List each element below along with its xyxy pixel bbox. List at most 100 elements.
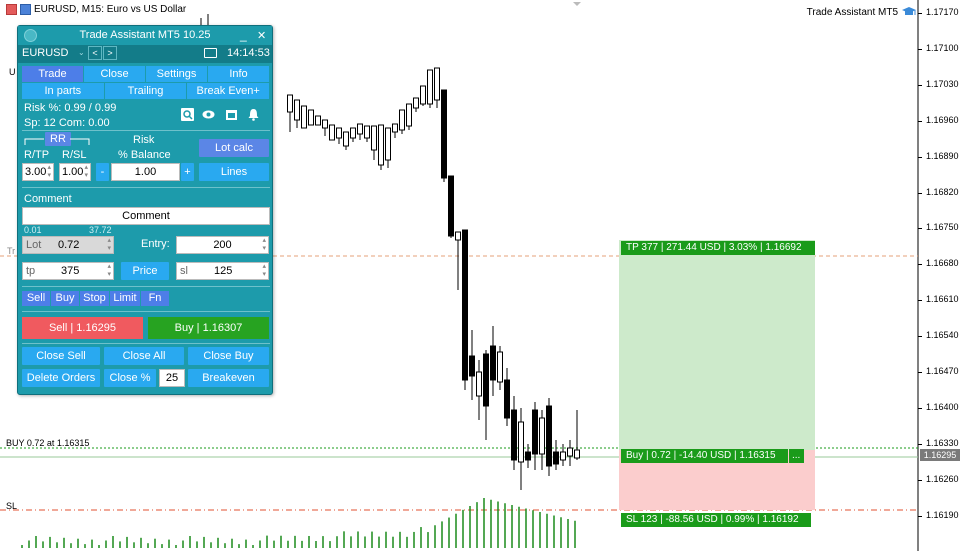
stepper-icon[interactable]: ▴ ▾ [84, 164, 88, 180]
stepper-icon[interactable]: ▴ ▾ [47, 164, 51, 180]
candle-body [399, 109, 405, 131]
candle-body [546, 405, 552, 467]
candle-body [392, 123, 398, 133]
folder-icon[interactable] [204, 48, 217, 58]
stepper-icon[interactable]: ▴ ▾ [262, 237, 266, 253]
candle-body [469, 355, 475, 377]
comment-input[interactable]: Comment [22, 207, 270, 225]
risk-input[interactable]: 1.00 [111, 163, 180, 181]
candle-body [371, 125, 377, 151]
rsl-input[interactable]: 1.00 ▴ ▾ [59, 163, 91, 181]
candle-body [406, 103, 412, 127]
tab-break-even[interactable]: Break Even+ [187, 83, 271, 99]
buy-line-label: BUY 0.72 at 1.16315 [6, 438, 90, 448]
price-axis-tick: 1.16260 [926, 473, 959, 484]
take-profit-zone[interactable] [619, 240, 815, 450]
candle-body [378, 124, 384, 166]
order-type-buy[interactable]: Buy [51, 291, 79, 306]
next-symbol-button[interactable]: > [103, 46, 117, 60]
sell-button[interactable]: Sell | 1.16295 [22, 317, 143, 339]
close-percent-button[interactable]: Close % [104, 369, 156, 387]
price-axis-tick: 1.16750 [926, 222, 959, 233]
tab-trailing[interactable]: Trailing [104, 83, 188, 99]
candle-body [301, 105, 307, 129]
chart-window-icon[interactable] [20, 4, 31, 15]
sl-box-label[interactable]: SL 123 | -88.56 USD | 0.99% | 1.16192 [621, 513, 811, 527]
chevron-down-icon[interactable]: ⌄ [78, 48, 85, 57]
price-axis-tick: 1.16190 [926, 509, 959, 520]
price-axis-tick-mark [918, 300, 922, 302]
sl-value: 125 [214, 265, 233, 277]
price-axis-tick-mark [918, 13, 922, 14]
order-type-sell[interactable]: Sell [22, 291, 50, 306]
minimize-button[interactable]: _ [240, 26, 247, 45]
order-type-stop[interactable]: Stop [80, 291, 109, 306]
close-button[interactable]: ✕ [257, 27, 266, 46]
eye-icon[interactable] [202, 108, 215, 121]
calendar-icon[interactable] [225, 108, 238, 121]
candle-body [329, 124, 335, 141]
stepper-icon[interactable]: ▴ ▾ [107, 263, 111, 279]
gear-icon[interactable] [24, 29, 37, 42]
price-axis-tick-mark [918, 479, 922, 481]
tp-input[interactable]: tp 375 ▴ ▾ [22, 262, 114, 280]
tp-label: tp [26, 265, 36, 277]
tab-close[interactable]: Close [84, 66, 146, 82]
symbol-selector[interactable]: EURUSD [22, 47, 68, 59]
tab-trade[interactable]: Trade [22, 66, 84, 82]
ea-name: Trade Assistant MT5 [806, 6, 898, 18]
price-button[interactable]: Price [121, 262, 169, 280]
tab-info[interactable]: Info [208, 66, 270, 82]
candle-body [490, 345, 496, 381]
stepper-icon[interactable]: ▴ ▾ [262, 263, 266, 279]
candle-body [539, 417, 545, 455]
delete-orders-button[interactable]: Delete Orders [22, 369, 100, 387]
candle-body [315, 115, 321, 126]
lines-button[interactable]: Lines [199, 163, 269, 181]
risk-minus-button[interactable]: - [96, 163, 109, 181]
sl-input[interactable]: sl 125 ▴ ▾ [176, 262, 269, 280]
chart-menu-icon[interactable] [6, 4, 17, 15]
risk-plus-button[interactable]: + [181, 163, 194, 181]
expert-advisor-label[interactable]: Trade Assistant MT5 [807, 6, 916, 18]
prev-symbol-button[interactable]: < [88, 46, 102, 60]
divider [22, 187, 270, 188]
sl-label: sl [180, 265, 188, 277]
tp-box-label[interactable]: TP 377 | 271.44 USD | 3.03% | 1.16692 [621, 241, 815, 255]
price-axis-tick: 1.16820 [926, 186, 959, 197]
close-percent-input[interactable]: 25 [159, 369, 185, 387]
close-sell-button[interactable]: Close Sell [22, 347, 100, 365]
lot-input[interactable]: Lot 0.72 ▴ ▾ [22, 236, 114, 254]
tab-settings[interactable]: Settings [146, 66, 208, 82]
current-price-tag: 1.16295 [920, 449, 960, 461]
lot-calc-button[interactable]: Lot calc [199, 139, 269, 157]
entry-value: 200 [213, 239, 232, 251]
close-buy-button[interactable]: Close Buy [188, 347, 269, 365]
entry-input[interactable]: 200 ▴ ▾ [176, 236, 269, 254]
close-all-button[interactable]: Close All [104, 347, 184, 365]
tab-in-parts[interactable]: In parts [22, 83, 105, 99]
panel-title-bar[interactable]: Trade Assistant MT5 10.25 _ ✕ [18, 26, 272, 45]
rsl-value: 1.00 [62, 166, 84, 178]
price-axis-tick-mark [918, 120, 922, 122]
candle-body [336, 127, 342, 139]
stepper-icon[interactable]: ▴ ▾ [107, 237, 111, 253]
candle-body [350, 127, 356, 139]
search-icon[interactable] [181, 108, 194, 121]
order-type-fn[interactable]: Fn [141, 291, 169, 306]
entry-box-label[interactable]: Buy | 0.72 | -14.40 USD | 1.16315 [621, 449, 788, 463]
buy-button[interactable]: Buy | 1.16307 [148, 317, 269, 339]
candle-body [420, 85, 426, 105]
candle-body [434, 67, 440, 101]
bell-icon[interactable] [247, 108, 260, 121]
price-axis-tick: 1.16330 [926, 437, 959, 448]
left-marker-2: Tr [7, 246, 16, 256]
breakeven-button[interactable]: Breakeven [188, 369, 269, 387]
rtp-input[interactable]: 3.00 ▴ ▾ [22, 163, 54, 181]
price-axis-tick: 1.16400 [926, 401, 959, 412]
rsl-label: R/SL [62, 149, 87, 161]
trade-assistant-panel[interactable]: Trade Assistant MT5 10.25 _ ✕ EURUSD ⌄ <… [17, 25, 273, 395]
price-axis-tick-mark [918, 336, 922, 338]
entry-box-more-button[interactable]: ... [789, 449, 804, 463]
order-type-limit[interactable]: Limit [110, 291, 140, 306]
